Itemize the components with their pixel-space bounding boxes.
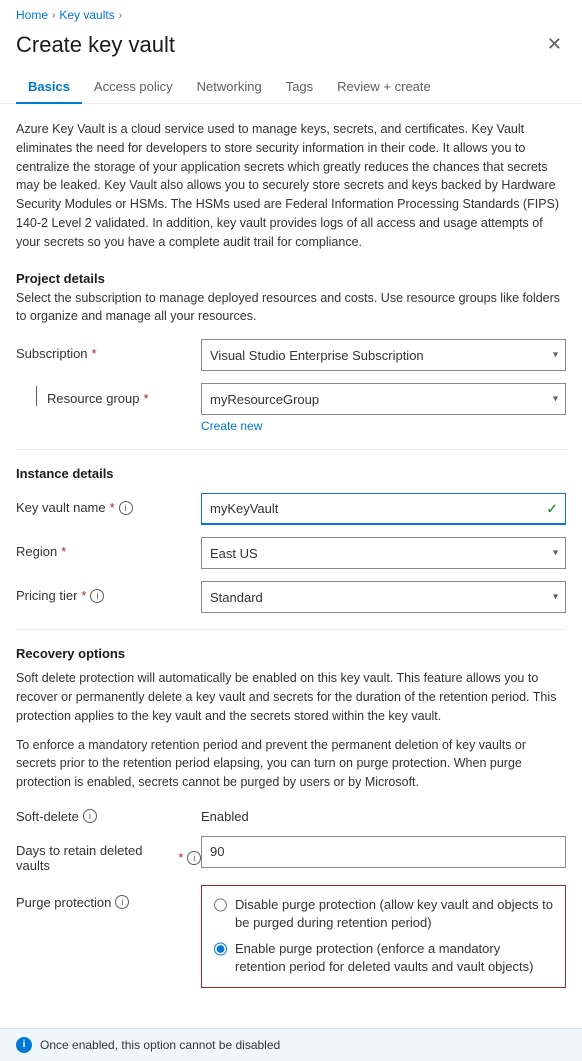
- key-vault-name-input-wrap: ✓: [201, 493, 566, 525]
- days-retain-row: Days to retain deleted vaults * i: [16, 836, 566, 873]
- subscription-control: Visual Studio Enterprise Subscription ▾: [201, 339, 566, 371]
- breadcrumb-key-vaults[interactable]: Key vaults: [59, 8, 114, 22]
- tab-tags[interactable]: Tags: [274, 71, 325, 104]
- purge-protection-box: Disable purge protection (allow key vaul…: [201, 885, 566, 988]
- subscription-required: *: [92, 346, 97, 361]
- subscription-label: Subscription *: [16, 339, 201, 361]
- purge-protection-row: Purge protection i Disable purge protect…: [16, 885, 566, 988]
- notice-info-icon: i: [16, 1037, 32, 1053]
- key-vault-name-input[interactable]: [201, 493, 566, 525]
- resource-group-select-wrapper: myResourceGroup ▾: [201, 383, 566, 415]
- pricing-tier-row: Pricing tier * i Standard ▾: [16, 581, 566, 613]
- subscription-select[interactable]: Visual Studio Enterprise Subscription: [201, 339, 566, 371]
- recovery-options-section: Recovery options Soft delete protection …: [16, 646, 566, 987]
- days-retain-input[interactable]: [201, 836, 566, 868]
- pricing-tier-required: *: [81, 588, 86, 603]
- region-required: *: [61, 544, 66, 559]
- purge-disable-radio[interactable]: [214, 898, 227, 912]
- tab-access-policy[interactable]: Access policy: [82, 71, 185, 104]
- key-vault-name-control: ✓: [201, 493, 566, 525]
- pricing-tier-control: Standard ▾: [201, 581, 566, 613]
- key-vault-name-info-icon[interactable]: i: [119, 501, 133, 515]
- breadcrumb-home[interactable]: Home: [16, 8, 48, 22]
- tab-networking[interactable]: Networking: [185, 71, 274, 104]
- soft-delete-control: Enabled: [201, 802, 566, 824]
- create-new-link[interactable]: Create new: [201, 419, 566, 433]
- resource-group-row: Resource group * myResourceGroup ▾ Creat…: [16, 383, 566, 433]
- notice-bar: i Once enabled, this option cannot be di…: [0, 1028, 582, 1061]
- days-retain-info-icon[interactable]: i: [187, 851, 201, 865]
- page-title: Create key vault: [16, 32, 175, 58]
- recovery-desc-2: To enforce a mandatory retention period …: [16, 736, 566, 792]
- project-details-title: Project details: [16, 271, 566, 286]
- purge-disable-option: Disable purge protection (allow key vaul…: [214, 896, 553, 932]
- pricing-tier-label: Pricing tier * i: [16, 581, 201, 603]
- pricing-tier-info-icon[interactable]: i: [90, 589, 104, 603]
- tab-review-create[interactable]: Review + create: [325, 71, 443, 104]
- key-vault-name-required: *: [110, 500, 115, 515]
- region-select-wrapper: East US ▾: [201, 537, 566, 569]
- tab-bar: Basics Access policy Networking Tags Rev…: [0, 71, 582, 104]
- page-header: Create key vault ✕: [0, 26, 582, 71]
- close-button[interactable]: ✕: [543, 30, 566, 59]
- pricing-tier-select[interactable]: Standard: [201, 581, 566, 613]
- subscription-row: Subscription * Visual Studio Enterprise …: [16, 339, 566, 371]
- divider-2: [16, 629, 566, 630]
- soft-delete-info-icon[interactable]: i: [83, 809, 97, 823]
- key-vault-name-label: Key vault name * i: [16, 493, 201, 515]
- region-control: East US ▾: [201, 537, 566, 569]
- intro-description: Azure Key Vault is a cloud service used …: [16, 120, 566, 251]
- days-retain-label: Days to retain deleted vaults * i: [16, 836, 201, 873]
- main-content: Azure Key Vault is a cloud service used …: [0, 104, 582, 1016]
- region-label: Region *: [16, 537, 201, 559]
- purge-enable-radio[interactable]: [214, 942, 227, 956]
- notice-text: Once enabled, this option cannot be disa…: [40, 1038, 280, 1052]
- recovery-desc-1: Soft delete protection will automaticall…: [16, 669, 566, 725]
- project-details-section: Project details Select the subscription …: [16, 271, 566, 433]
- subscription-select-wrapper: Visual Studio Enterprise Subscription ▾: [201, 339, 566, 371]
- soft-delete-label: Soft-delete i: [16, 802, 201, 824]
- days-retain-control: [201, 836, 566, 868]
- key-vault-name-row: Key vault name * i ✓: [16, 493, 566, 525]
- region-row: Region * East US ▾: [16, 537, 566, 569]
- project-details-desc: Select the subscription to manage deploy…: [16, 290, 566, 325]
- soft-delete-value: Enabled: [201, 802, 566, 824]
- purge-protection-info-icon[interactable]: i: [115, 895, 129, 909]
- resource-group-label: Resource group *: [36, 383, 201, 406]
- region-select[interactable]: East US: [201, 537, 566, 569]
- days-retain-required: *: [178, 850, 183, 865]
- breadcrumb-chevron1: ›: [52, 10, 55, 21]
- key-vault-name-valid-icon: ✓: [546, 501, 558, 518]
- breadcrumb: Home › Key vaults ›: [0, 0, 582, 26]
- purge-protection-label: Purge protection i: [16, 885, 201, 910]
- resource-group-control: myResourceGroup ▾ Create new: [201, 383, 566, 433]
- divider-1: [16, 449, 566, 450]
- pricing-tier-select-wrapper: Standard ▾: [201, 581, 566, 613]
- resource-group-select[interactable]: myResourceGroup: [201, 383, 566, 415]
- breadcrumb-chevron2: ›: [119, 10, 122, 21]
- tab-basics[interactable]: Basics: [16, 71, 82, 104]
- resource-group-required: *: [144, 391, 149, 406]
- purge-disable-label[interactable]: Disable purge protection (allow key vaul…: [235, 896, 553, 932]
- instance-details-section: Instance details Key vault name * i ✓ Re…: [16, 466, 566, 613]
- recovery-options-title: Recovery options: [16, 646, 566, 661]
- instance-details-title: Instance details: [16, 466, 566, 481]
- soft-delete-row: Soft-delete i Enabled: [16, 802, 566, 824]
